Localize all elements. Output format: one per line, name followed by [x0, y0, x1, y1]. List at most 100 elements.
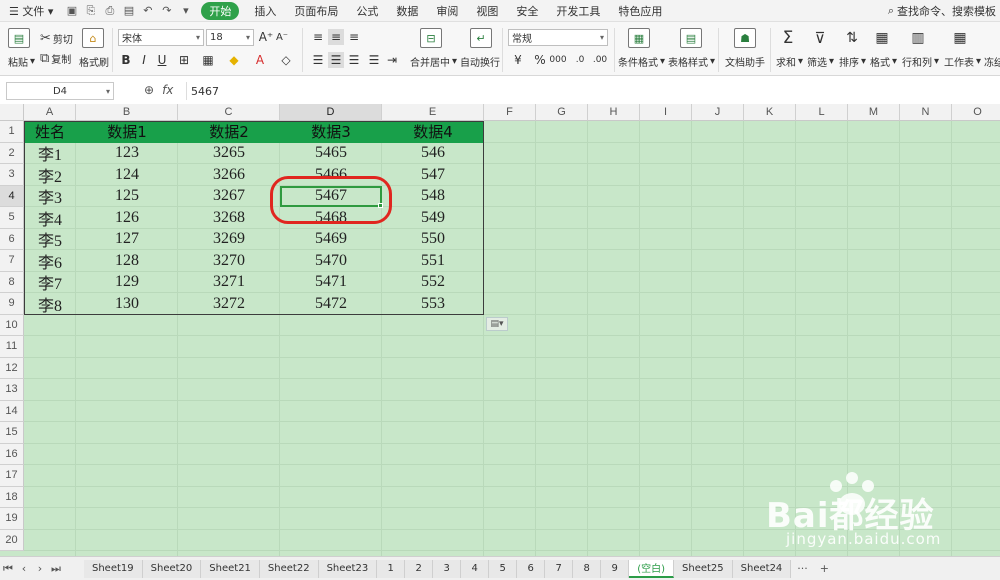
- font-color-icon[interactable]: A: [252, 52, 268, 68]
- row-header-18[interactable]: 18: [0, 486, 24, 508]
- sheet-tab[interactable]: 6: [517, 559, 546, 578]
- conditional-format-button[interactable]: 条件格式 ▾: [618, 54, 665, 69]
- fx-icon[interactable]: fx: [162, 83, 173, 97]
- column-header-g[interactable]: G: [536, 104, 588, 121]
- table-cell[interactable]: 李6: [24, 250, 76, 272]
- row-col-button[interactable]: 行和列 ▾: [902, 54, 939, 69]
- row-header-10[interactable]: 10: [0, 314, 24, 336]
- column-header-l[interactable]: L: [796, 104, 848, 121]
- filter-button[interactable]: 筛选 ▾: [807, 54, 834, 69]
- decrease-font-icon[interactable]: A⁻: [274, 29, 290, 45]
- sheet-tab[interactable]: Sheet20: [142, 559, 202, 578]
- tab-developer[interactable]: 开发工具: [547, 3, 609, 19]
- align-left-icon[interactable]: ☰: [310, 52, 326, 68]
- freeze-button[interactable]: 冻结: [984, 54, 1000, 69]
- redo-icon[interactable]: ↷: [159, 3, 174, 18]
- row-header-16[interactable]: 16: [0, 443, 24, 465]
- table-cell[interactable]: 550: [382, 229, 484, 251]
- tab-special[interactable]: 特色应用: [609, 3, 671, 19]
- column-header-n[interactable]: N: [900, 104, 952, 121]
- indent-icon[interactable]: ⇥: [384, 52, 400, 68]
- paste-options-icon[interactable]: ▤▾: [486, 316, 508, 331]
- select-all-corner[interactable]: [0, 104, 24, 121]
- table-header-cell[interactable]: 数据1: [76, 121, 178, 143]
- percent-icon[interactable]: %: [532, 52, 548, 68]
- name-box[interactable]: D4 ▾: [6, 82, 114, 100]
- table-cell[interactable]: 3265: [178, 143, 280, 165]
- row-header-1[interactable]: 1: [0, 121, 24, 143]
- table-header-cell[interactable]: 数据3: [280, 121, 382, 143]
- last-sheet-icon[interactable]: ⏭: [48, 562, 64, 576]
- zoom-icon[interactable]: ⊕: [144, 83, 154, 97]
- app-menu-button[interactable]: ☰ 文件 ▾: [0, 3, 62, 19]
- next-sheet-icon[interactable]: ›: [32, 562, 48, 575]
- font-size-select[interactable]: 18 ▾: [206, 29, 254, 46]
- table-cell[interactable]: 130: [76, 293, 178, 315]
- sheet-tab[interactable]: Sheet21: [201, 559, 260, 578]
- table-cell[interactable]: 李3: [24, 186, 76, 207]
- column-header-m[interactable]: M: [848, 104, 900, 121]
- table-style-button[interactable]: 表格样式 ▾: [668, 54, 715, 69]
- format-painter-icon[interactable]: ⌂: [82, 28, 104, 48]
- clear-format-icon[interactable]: ◇: [278, 52, 294, 68]
- sheet-tab[interactable]: 2: [405, 559, 434, 578]
- sheet-tab[interactable]: 4: [461, 559, 490, 578]
- wrap-text-icon[interactable]: ↵: [470, 28, 492, 48]
- column-header-k[interactable]: K: [744, 104, 796, 121]
- table-cell[interactable]: 李4: [24, 207, 76, 229]
- sheet-tab[interactable]: 7: [545, 559, 574, 578]
- tab-data[interactable]: 数据: [387, 3, 427, 19]
- thousands-icon[interactable]: 000: [549, 52, 566, 68]
- copy-button[interactable]: ⧉ 复制: [40, 51, 71, 66]
- table-cell[interactable]: 549: [382, 207, 484, 229]
- sort-button[interactable]: 排序 ▾: [839, 54, 866, 69]
- column-header-b[interactable]: B: [76, 104, 178, 121]
- tab-security[interactable]: 安全: [507, 3, 547, 19]
- row-header-11[interactable]: 11: [0, 336, 24, 358]
- table-header-cell[interactable]: 数据2: [178, 121, 280, 143]
- column-header-c[interactable]: C: [178, 104, 280, 121]
- undo-icon[interactable]: ↶: [140, 3, 155, 18]
- table-cell[interactable]: 李1: [24, 143, 76, 164]
- underline-icon[interactable]: U: [154, 52, 170, 68]
- sheet-tab[interactable]: 8: [573, 559, 602, 578]
- format-button[interactable]: 格式 ▾: [870, 54, 897, 69]
- table-cell[interactable]: 3269: [178, 229, 280, 251]
- align-center-icon[interactable]: ☰: [328, 52, 344, 68]
- doc-helper-icon[interactable]: ☗: [734, 28, 756, 48]
- column-header-a[interactable]: A: [24, 104, 76, 121]
- increase-decimal-icon[interactable]: .0: [572, 52, 588, 68]
- table-style-icon[interactable]: ▤: [680, 28, 702, 48]
- table-cell[interactable]: 551: [382, 250, 484, 272]
- format-painter-button[interactable]: 格式刷: [79, 54, 109, 69]
- table-cell[interactable]: 5465: [280, 143, 382, 165]
- filter-icon[interactable]: ⊽: [812, 29, 828, 47]
- row-header-20[interactable]: 20: [0, 529, 24, 551]
- table-cell[interactable]: 5472: [280, 293, 382, 315]
- cell-border-icon[interactable]: ▦: [200, 52, 216, 68]
- row-header-5[interactable]: 5: [0, 207, 24, 229]
- table-cell[interactable]: 3267: [178, 186, 280, 208]
- table-cell[interactable]: 3271: [178, 272, 280, 294]
- sheet-tab[interactable]: 5: [489, 559, 518, 578]
- tab-formulas[interactable]: 公式: [347, 3, 387, 19]
- sheet-tab[interactable]: Sheet23: [318, 559, 378, 578]
- column-header-e[interactable]: E: [382, 104, 484, 121]
- row-header-8[interactable]: 8: [0, 271, 24, 293]
- table-cell[interactable]: 124: [76, 164, 178, 186]
- row-header-3[interactable]: 3: [0, 164, 24, 186]
- align-bottom-icon[interactable]: ≡: [346, 29, 362, 45]
- doc-helper-button[interactable]: 文档助手: [725, 54, 765, 69]
- fill-color-icon[interactable]: ◆: [226, 52, 242, 68]
- table-cell[interactable]: 李7: [24, 272, 76, 293]
- merge-center-icon[interactable]: ⊟: [420, 28, 442, 48]
- sheet-tab[interactable]: Sheet25: [674, 559, 733, 578]
- row-col-icon[interactable]: ▥: [910, 30, 926, 46]
- increase-font-icon[interactable]: A⁺: [258, 29, 274, 45]
- paste-button[interactable]: 粘贴 ▾: [8, 54, 35, 69]
- table-cell[interactable]: 5470: [280, 250, 382, 272]
- align-middle-icon[interactable]: ≡: [328, 29, 344, 45]
- table-cell[interactable]: 129: [76, 272, 178, 294]
- table-cell[interactable]: 547: [382, 164, 484, 186]
- table-cell[interactable]: 125: [76, 186, 178, 208]
